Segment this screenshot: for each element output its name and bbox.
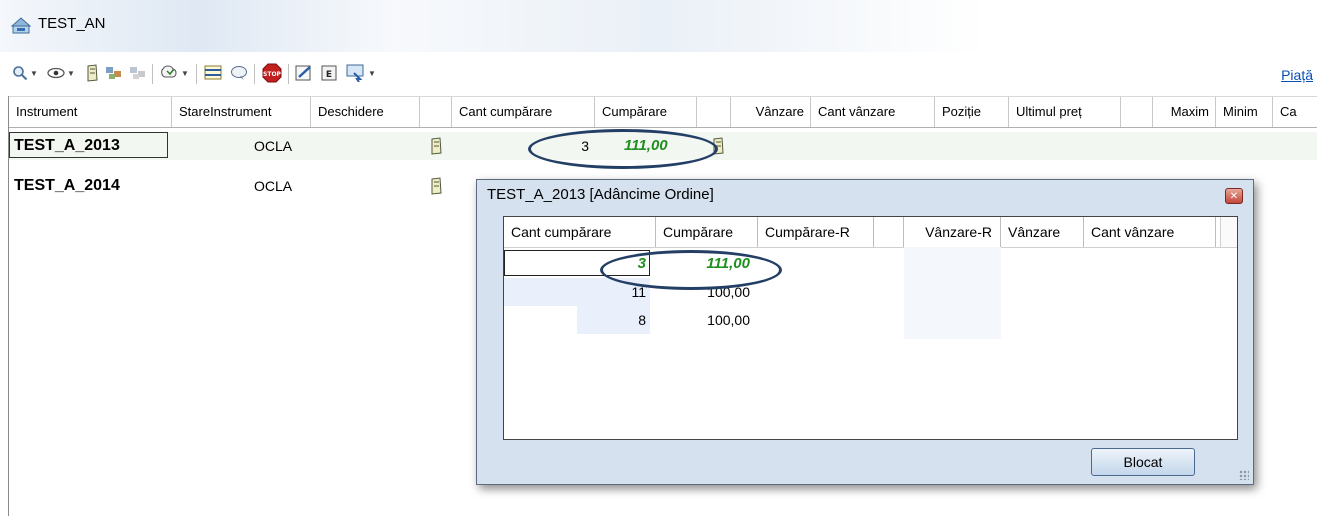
svg-text:E: E <box>326 70 332 80</box>
col-header-sell-qty[interactable]: Cant vânzare <box>1084 217 1216 247</box>
edit-icon <box>295 65 311 81</box>
instrument-icon <box>87 64 98 82</box>
instrument-book-icon[interactable] <box>429 137 443 155</box>
instrument-cell[interactable]: TEST_A_2013 <box>9 132 168 158</box>
stop-button[interactable]: STOP <box>260 62 284 84</box>
col-header-blank-3[interactable] <box>1121 97 1153 127</box>
table-row[interactable]: 11 100,00 <box>504 278 1237 306</box>
annotation-oval <box>528 129 718 169</box>
export-icon: E <box>321 65 337 81</box>
chevron-down-icon: ▼ <box>181 68 189 78</box>
resize-grip[interactable] <box>1239 470 1249 480</box>
window-titlebar <box>0 0 1317 52</box>
table-row[interactable]: 8 100,00 <box>504 306 1237 334</box>
group-icon <box>106 67 121 79</box>
col-header-sell-r[interactable]: Vânzare-R <box>904 217 1001 247</box>
search-icon <box>13 66 28 81</box>
display-icon <box>346 64 364 82</box>
grid-header: Instrument StareInstrument Deschidere Ca… <box>9 96 1317 128</box>
toolbar-separator <box>152 64 153 84</box>
col-header-last-price[interactable]: Ultimul preț <box>1009 97 1121 127</box>
col-header-state[interactable]: StareInstrument <box>172 97 311 127</box>
col-header-truncated[interactable]: Ca <box>1273 97 1317 127</box>
display-dropdown-button[interactable]: ▼ <box>344 62 378 84</box>
col-header-sell[interactable]: Vânzare <box>731 97 811 127</box>
chat-button[interactable] <box>228 62 250 84</box>
col-header-buy-qty[interactable]: Cant cumpărare <box>504 217 656 247</box>
col-header-blank[interactable] <box>874 217 904 247</box>
col-header-buy[interactable]: Cumpărare <box>595 97 697 127</box>
stop-icon: STOP <box>262 63 282 83</box>
instrument-button[interactable] <box>82 62 102 84</box>
col-header-instrument[interactable]: Instrument <box>9 97 172 127</box>
buy-qty-cell: 8 <box>638 312 646 328</box>
col-header-blank-2[interactable] <box>697 97 731 127</box>
order-depth-window[interactable]: TEST_A_2013 [Adâncime Ordine] ✕ Cant cum… <box>476 179 1254 485</box>
instrument-book-icon[interactable] <box>429 177 443 195</box>
chevron-down-icon: ▼ <box>67 68 75 78</box>
layout-icon <box>204 65 222 80</box>
close-icon: ✕ <box>1229 190 1239 202</box>
annotation-oval <box>600 250 782 290</box>
popup-title: TEST_A_2013 [Adâncime Ordine] <box>487 186 714 203</box>
filter-dropdown-button[interactable]: ▼ <box>158 62 192 84</box>
col-header-opening[interactable]: Deschidere <box>311 97 420 127</box>
col-header-buy-qty[interactable]: Cant cumpărare <box>452 97 595 127</box>
lock-button[interactable]: Blocat <box>1091 448 1195 476</box>
col-header-buy-r[interactable]: Cumpărare-R <box>758 217 874 247</box>
col-header-sell-qty[interactable]: Cant vânzare <box>811 97 935 127</box>
buy-price-cell: 100,00 <box>707 312 750 328</box>
col-header-min[interactable]: Minim <box>1216 97 1273 127</box>
scrollbar-corner <box>1220 217 1237 247</box>
filter-icon <box>161 65 177 78</box>
group-button[interactable] <box>104 62 124 84</box>
toolbar: ▼ ▼ ▼ STOP E ▼ Piață <box>0 52 1317 96</box>
col-header-buy[interactable]: Cumpărare <box>656 217 758 247</box>
order-depth-table: Cant cumpărare Cumpărare Cumpărare-R Vân… <box>503 216 1238 440</box>
chevron-down-icon: ▼ <box>30 68 38 78</box>
view-dropdown-button[interactable]: ▼ <box>45 62 77 84</box>
toolbar-separator <box>288 64 289 84</box>
chat-icon <box>231 66 247 80</box>
eye-icon <box>47 67 65 79</box>
group-disabled-icon <box>130 67 145 79</box>
app-window-icon <box>10 17 32 34</box>
instrument-cell[interactable]: TEST_A_2014 <box>9 172 168 200</box>
edit-button[interactable] <box>293 62 315 84</box>
toolbar-separator <box>196 64 197 84</box>
window-title: TEST_AN <box>38 15 106 32</box>
col-header-blank-1[interactable] <box>420 97 452 127</box>
col-header-sell[interactable]: Vânzare <box>1001 217 1084 247</box>
layout-button[interactable] <box>202 62 224 84</box>
market-link[interactable]: Piață <box>1281 67 1313 83</box>
group-disabled-button[interactable] <box>128 62 148 84</box>
state-cell: OCLA <box>254 138 293 154</box>
chevron-down-icon: ▼ <box>368 68 376 78</box>
col-header-max[interactable]: Maxim <box>1153 97 1216 127</box>
col-header-position[interactable]: Poziție <box>935 97 1009 127</box>
search-dropdown-button[interactable]: ▼ <box>9 62 41 84</box>
state-cell: OCLA <box>254 178 293 194</box>
svg-text:STOP: STOP <box>263 71 282 78</box>
export-button[interactable]: E <box>318 62 340 84</box>
toolbar-separator <box>254 64 255 84</box>
close-button[interactable]: ✕ <box>1225 188 1243 204</box>
